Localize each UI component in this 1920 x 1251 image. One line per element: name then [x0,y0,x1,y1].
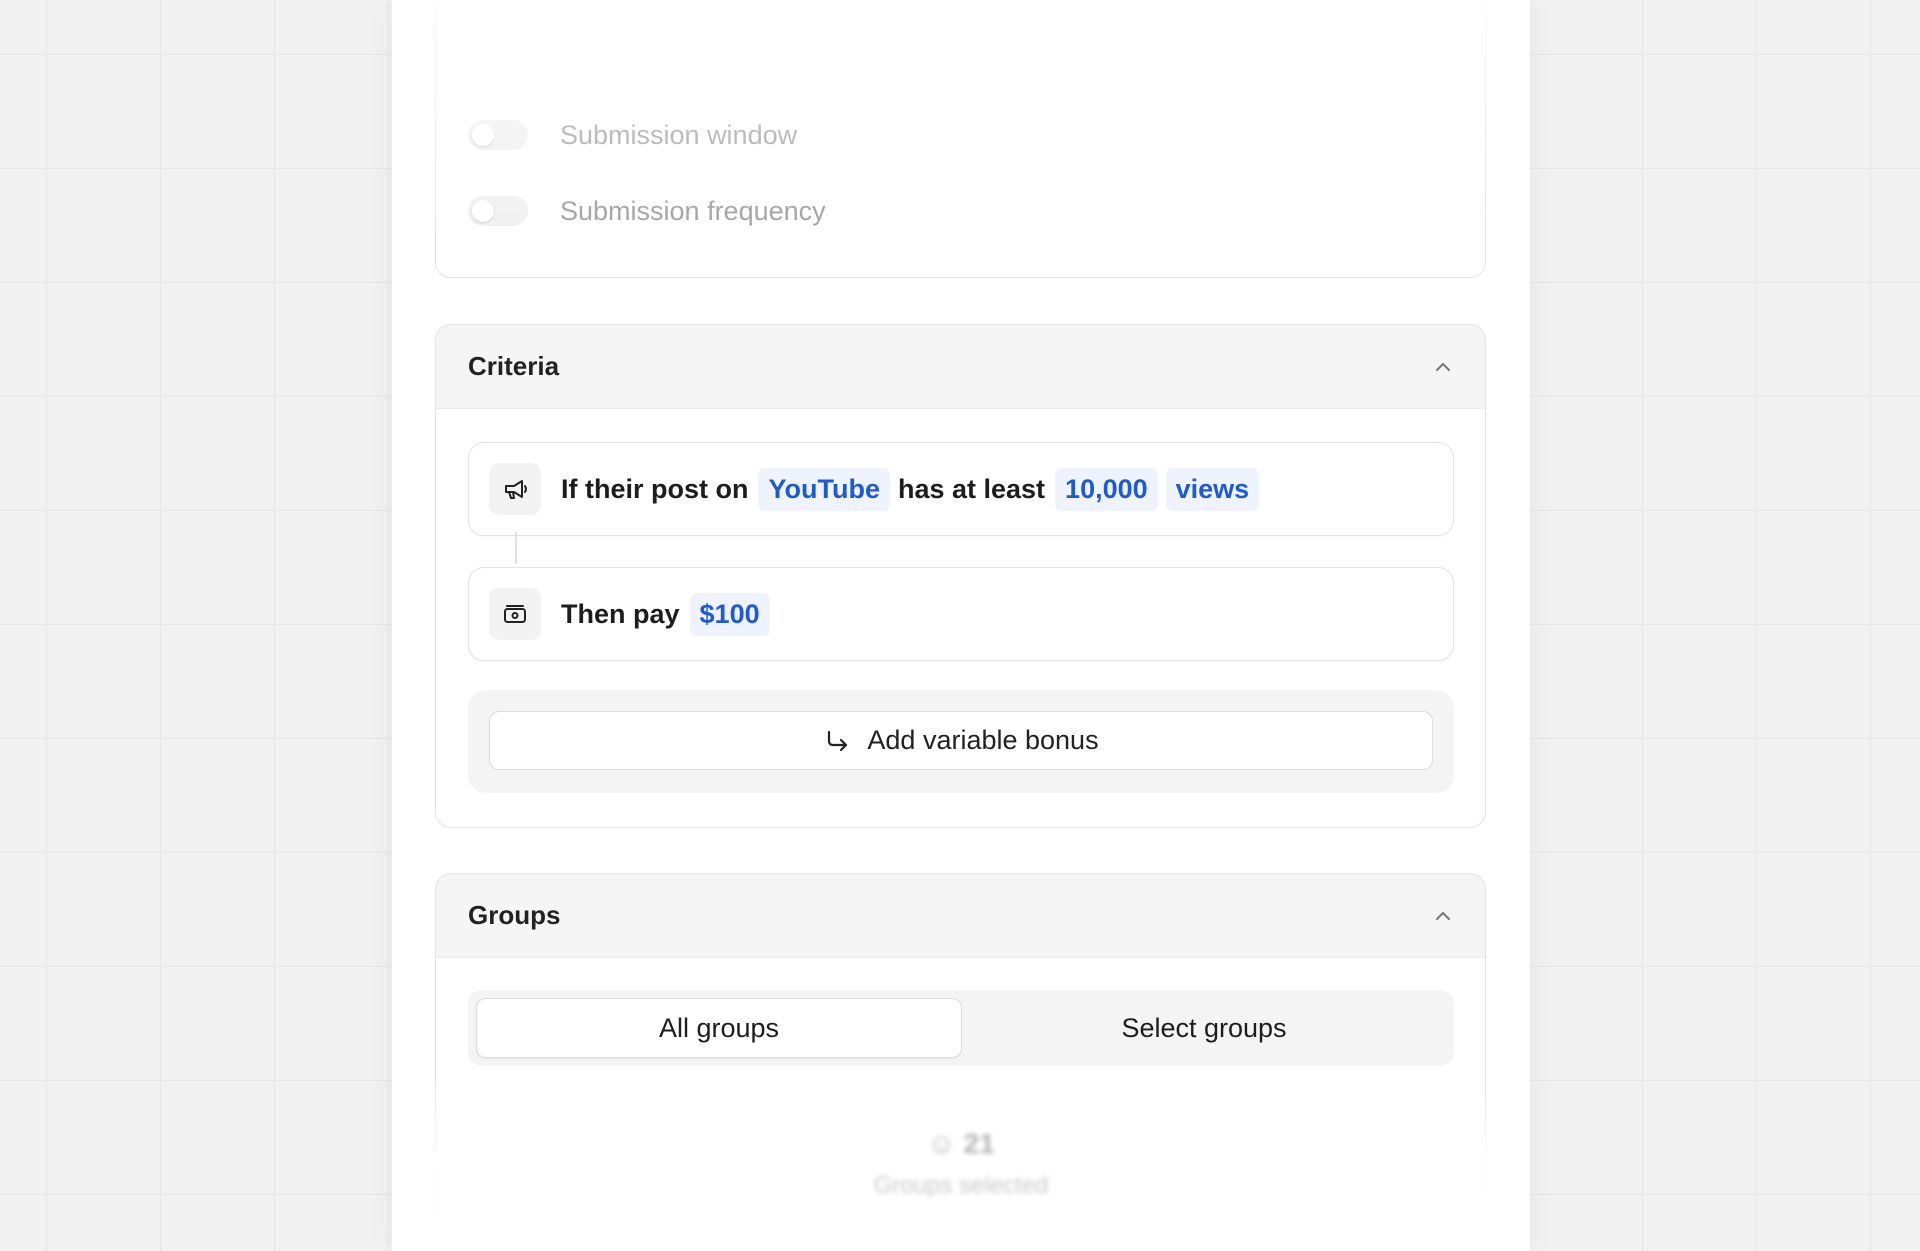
groups-header[interactable]: Groups [436,874,1485,958]
payout-prefix-text: Then pay [561,598,680,629]
return-arrow-icon [828,730,848,751]
criteria-title: Criteria [468,351,560,381]
groups-selected-summary: ☺ 21 Groups selected [392,1128,1530,1200]
users-icon: ☺ [927,1128,956,1159]
payout-rule[interactable]: Then pay $100 [468,567,1454,661]
submission-window-label: Submission window [560,119,798,150]
add-variable-bonus-label: Add variable bonus [867,725,1099,755]
submission-frequency-label: Submission frequency [560,195,826,226]
payout-amount-chip[interactable]: $100 [689,592,770,636]
cash-icon [489,588,541,640]
groups-count: 21 [963,1128,995,1159]
variable-bonus-container: Add variable bonus [468,690,1454,793]
threshold-chip[interactable]: 10,000 [1055,467,1158,511]
groups-count-caption: Groups selected [873,1172,1049,1199]
criteria-header[interactable]: Criteria [436,325,1485,409]
all-groups-option[interactable]: All groups [476,998,962,1058]
submission-window-row: Submission window [436,97,1485,173]
criteria-rule[interactable]: If their post on YouTube has at least 10… [468,442,1454,536]
criteria-card: Criteria If their post on YouTube has at… [435,324,1486,828]
megaphone-icon [489,463,541,515]
groups-title: Groups [468,900,561,930]
submission-window-toggle[interactable] [468,120,528,150]
groups-segmented-control: All groups Select groups [468,990,1454,1066]
metric-chip[interactable]: views [1165,467,1260,511]
submission-frequency-row: Submission frequency [436,173,1485,249]
submission-card: Submission window Submission frequency [435,0,1486,278]
rule-prefix-text: If their post on [561,473,749,504]
rule-connector-line [515,532,517,564]
platform-chip[interactable]: YouTube [758,467,890,511]
select-groups-option[interactable]: Select groups [962,998,1446,1058]
submission-frequency-toggle[interactable] [468,196,528,226]
add-variable-bonus-button[interactable]: Add variable bonus [489,711,1433,770]
chevron-up-icon[interactable] [1433,906,1453,926]
rule-middle-text: has at least [897,473,1046,504]
program-settings-panel: ▭ ▼ ● Submission window Submission frequ… [392,0,1530,1251]
chevron-up-icon[interactable] [1433,357,1453,377]
